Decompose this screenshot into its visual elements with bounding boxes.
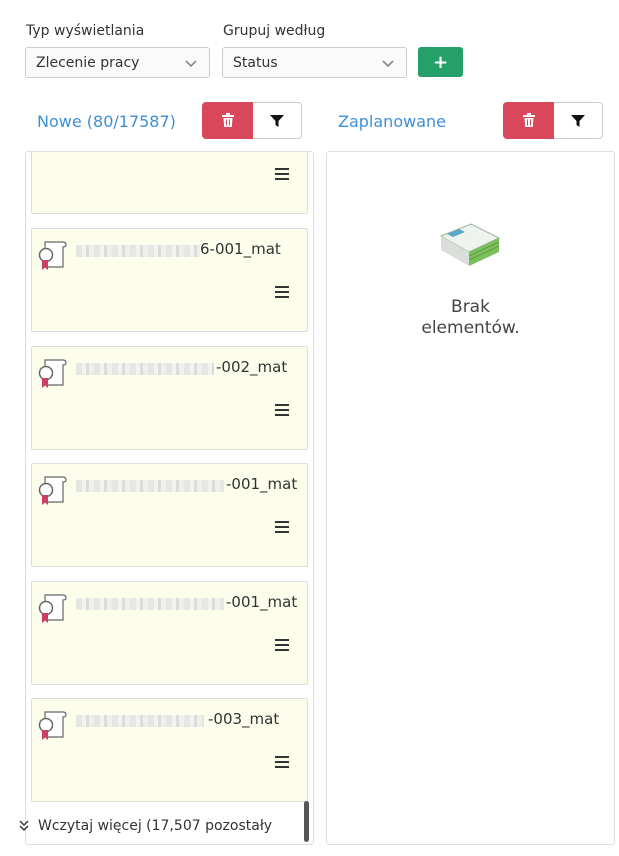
load-more-button[interactable]: Wczytaj więcej (17,507 pozostały [18, 818, 311, 834]
empty-box-icon [439, 223, 501, 266]
scrollbar-thumb[interactable] [304, 801, 309, 842]
trash-icon [221, 113, 234, 127]
certificate-icon [38, 241, 67, 270]
filter-button[interactable] [253, 102, 302, 139]
load-more-label: Wczytaj więcej (17,507 pozostały [38, 818, 273, 834]
group-by-value: Status [233, 54, 278, 71]
display-type-select[interactable]: Zlecenie pracy [25, 47, 210, 78]
order-code-suffix: 6-001_mat [200, 240, 281, 258]
menu-icon[interactable] [275, 521, 289, 533]
column-new[interactable]: 6-001_mat -002_mat -001_mat -001_mat -00… [25, 151, 314, 845]
certificate-icon [38, 476, 67, 505]
add-button[interactable]: + [418, 47, 463, 77]
filter-button[interactable] [554, 102, 603, 139]
double-chevron-down-icon [19, 820, 29, 831]
chevron-down-icon [382, 59, 394, 67]
column-title-planned[interactable]: Zaplanowane [338, 112, 446, 131]
delete-button[interactable] [503, 102, 554, 139]
work-order-card[interactable]: -002_mat [31, 346, 308, 450]
group-by-select[interactable]: Status [222, 47, 407, 78]
display-type-value: Zlecenie pracy [36, 54, 140, 71]
funnel-icon [571, 114, 585, 127]
menu-icon[interactable] [275, 286, 289, 298]
redacted-code [76, 715, 204, 727]
menu-icon[interactable] [275, 756, 289, 768]
menu-icon[interactable] [275, 168, 289, 180]
work-order-card[interactable]: -003_mat [31, 698, 308, 802]
order-code-suffix: -001_mat [226, 593, 298, 611]
order-code-suffix: -001_mat [226, 475, 298, 493]
redacted-code [76, 245, 200, 257]
group-by-label: Grupuj według [223, 23, 326, 39]
redacted-code [76, 363, 214, 375]
order-code-suffix: -003_mat [208, 710, 280, 728]
order-code-suffix: -002_mat [216, 358, 288, 376]
delete-button[interactable] [202, 102, 253, 139]
funnel-icon [270, 114, 284, 127]
certificate-icon [38, 359, 67, 388]
redacted-code [76, 598, 224, 610]
work-order-card[interactable]: -001_mat [31, 463, 308, 567]
trash-icon [522, 113, 535, 127]
empty-state-line1: Brak [451, 297, 490, 317]
column-title-new[interactable]: Nowe (80/17587) [37, 112, 176, 131]
menu-icon[interactable] [275, 404, 289, 416]
chevron-down-icon [185, 59, 197, 67]
work-order-card[interactable]: 6-001_mat [31, 228, 308, 332]
certificate-icon [38, 711, 67, 740]
redacted-code [76, 480, 224, 492]
display-type-label: Typ wyświetlania [26, 23, 145, 39]
certificate-icon [38, 594, 67, 623]
empty-state-line2: elementów. [421, 318, 520, 338]
work-order-card[interactable]: -001_mat [31, 581, 308, 685]
menu-icon[interactable] [275, 639, 289, 651]
work-order-card[interactable] [31, 152, 308, 214]
